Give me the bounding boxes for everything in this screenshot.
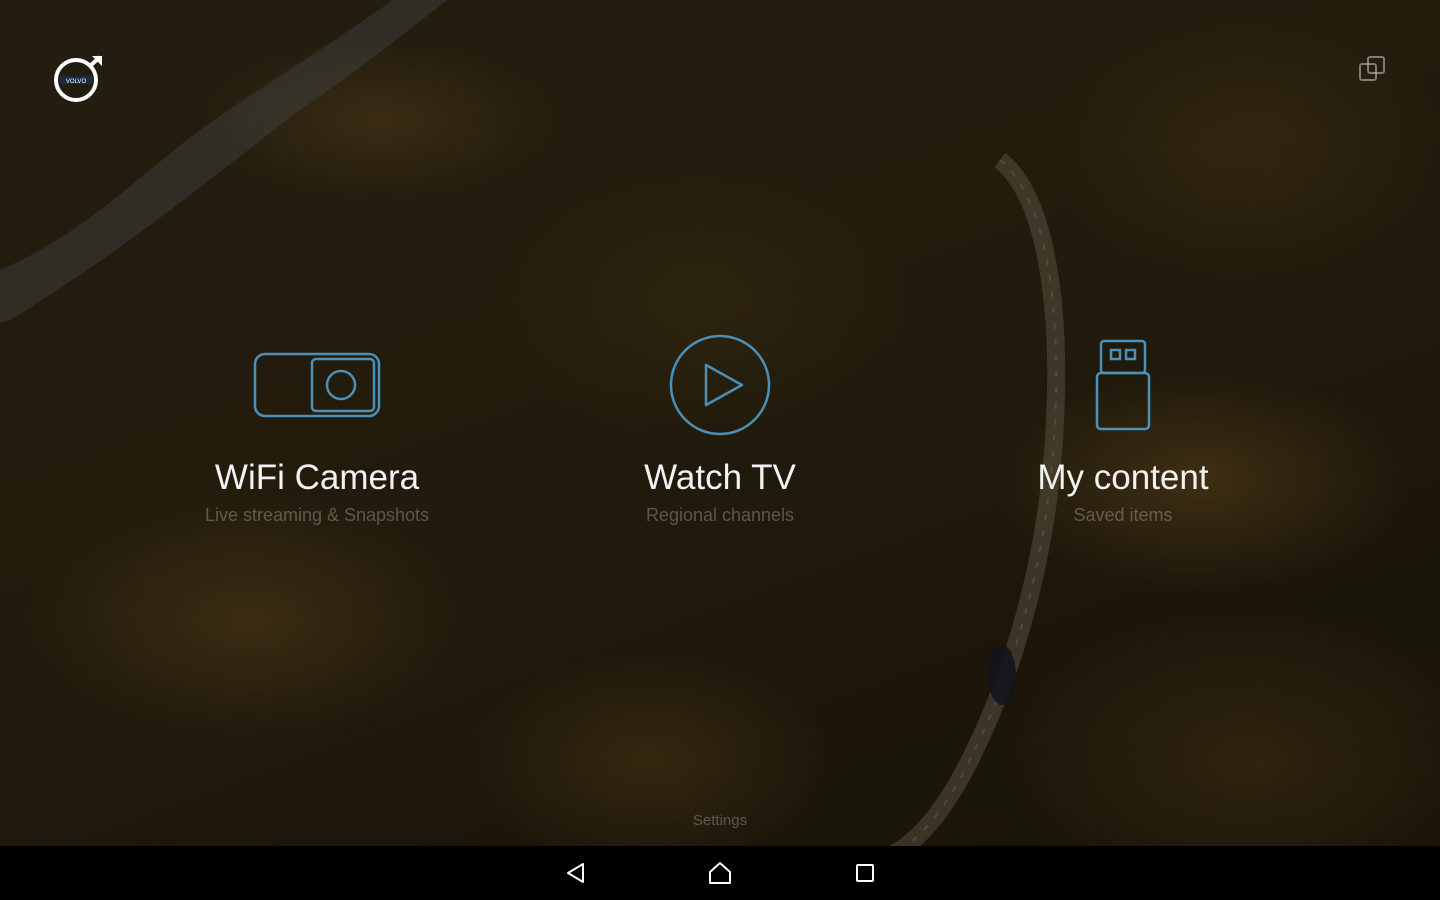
back-triangle-icon (567, 863, 584, 883)
wifi-camera-tile[interactable]: WiFi Camera Live streaming & Snapshots (157, 330, 477, 540)
usb-drive-icon (1095, 339, 1151, 431)
tile-subtitle: Saved items (1073, 505, 1173, 525)
play-circle-icon (669, 334, 771, 436)
home-icon (709, 862, 731, 884)
tile-subtitle: Live streaming & Snapshots (204, 505, 430, 525)
home-screen: VOLVO WiFi Camera Live streaming & Snaps… (0, 0, 1440, 846)
settings-link[interactable]: Settings (620, 812, 820, 829)
window-switch-icon[interactable] (1356, 52, 1390, 86)
android-navigation-bar (0, 846, 1440, 900)
recent-apps-icon (856, 864, 874, 882)
tile-subtitle: Regional channels (645, 505, 795, 525)
volvo-logo-icon[interactable]: VOLVO (52, 54, 104, 106)
home-button[interactable] (690, 846, 750, 900)
tile-title: Watch TV (644, 458, 796, 497)
tile-title: WiFi Camera (214, 458, 420, 497)
watch-tv-tile[interactable]: Watch TV Regional channels (560, 330, 880, 540)
recent-apps-button[interactable] (835, 846, 895, 900)
back-button[interactable] (546, 846, 606, 900)
my-content-tile[interactable]: My content Saved items (963, 330, 1283, 540)
wifi-camera-icon (253, 352, 381, 418)
tile-title: My content (1037, 458, 1209, 497)
svg-text:VOLVO: VOLVO (66, 79, 87, 85)
